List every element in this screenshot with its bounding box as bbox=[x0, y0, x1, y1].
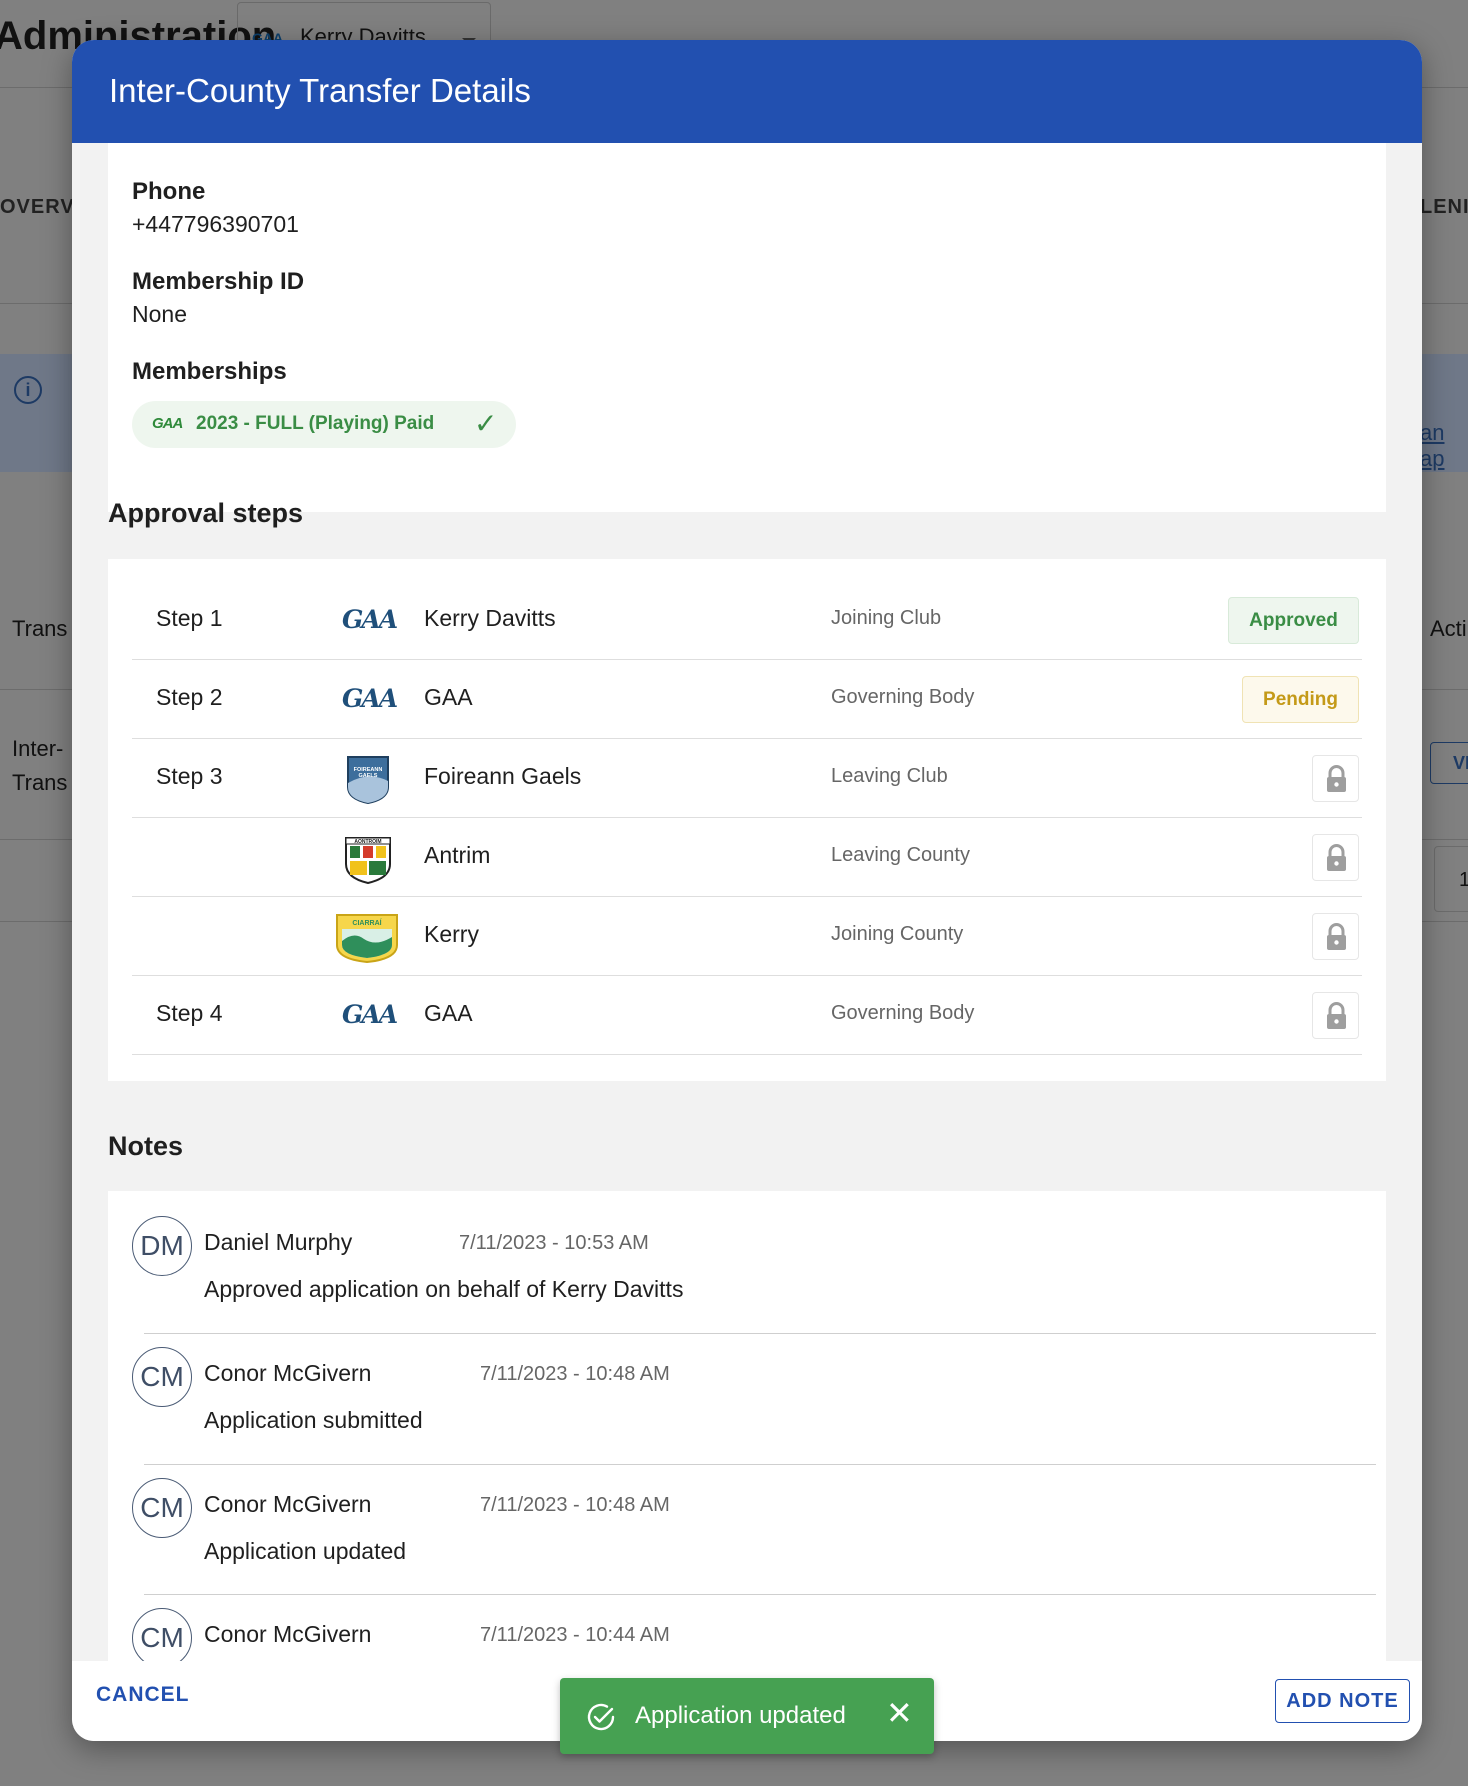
locked-status bbox=[1312, 992, 1359, 1039]
step-role: Governing Body bbox=[831, 1002, 975, 1024]
step-org-name: GAA bbox=[424, 684, 473, 710]
lock-icon bbox=[1327, 1002, 1346, 1029]
approval-step-row: Step 1 GAA Kerry Davitts Joining Club Ap… bbox=[132, 581, 1362, 660]
member-details-card: Phone +447796390701 Membership ID None M… bbox=[108, 143, 1386, 512]
dialog-header: Inter-County Transfer Details bbox=[72, 40, 1422, 143]
note-body: Application submitted bbox=[204, 1407, 423, 1433]
locked-status bbox=[1312, 755, 1359, 802]
step-role: Governing Body bbox=[831, 686, 975, 708]
approval-step-row: Step 4 GAA GAA Governing Body bbox=[132, 976, 1362, 1055]
step-label: Step 2 bbox=[156, 684, 223, 710]
info-banner-link[interactable]: an ap bbox=[1420, 420, 1468, 472]
check-circle-icon bbox=[587, 1703, 615, 1731]
membership-chip-label: 2023 - FULL (Playing) Paid bbox=[196, 413, 435, 434]
approval-step-row: Step 2 GAA GAA Governing Body Pending bbox=[132, 660, 1362, 739]
note-item: CM Conor McGivern 7/11/2023 - 10:48 AM A… bbox=[108, 1322, 1386, 1453]
status-badge-approved: Approved bbox=[1228, 597, 1359, 644]
lock-icon bbox=[1327, 844, 1346, 871]
table-cell-type-line2: Trans bbox=[12, 770, 68, 795]
gaa-logo: GAA bbox=[342, 684, 398, 713]
note-item: CM Conor McGivern 7/11/2023 - 10:48 AM A… bbox=[108, 1453, 1386, 1584]
notes-card: DM Daniel Murphy 7/11/2023 - 10:53 AM Ap… bbox=[108, 1191, 1386, 1741]
approval-step-row: Step 3 FOIREANN GAELS Foireann Gaels Lea… bbox=[132, 739, 1362, 818]
locked-status bbox=[1312, 913, 1359, 960]
avatar: CM bbox=[132, 1478, 192, 1538]
approval-steps-card: Step 1 GAA Kerry Davitts Joining Club Ap… bbox=[108, 559, 1386, 1081]
kerry-crest-icon: CIARRAÍ bbox=[336, 914, 398, 963]
phone-value: +447796390701 bbox=[132, 211, 299, 237]
table-cell-type: Inter- Trans bbox=[12, 732, 67, 800]
foireann-gaels-crest-icon: FOIREANN GAELS bbox=[347, 756, 389, 805]
approval-step-row: AONTROIM Antrim Leaving County bbox=[132, 818, 1362, 897]
info-icon: i bbox=[14, 376, 42, 404]
tab-right[interactable]: LENI bbox=[1420, 196, 1468, 219]
note-author: Conor McGivern bbox=[204, 1491, 372, 1517]
notes-title: Notes bbox=[108, 1131, 184, 1161]
step-label: Step 3 bbox=[156, 763, 223, 789]
note-timestamp: 7/11/2023 - 10:48 AM bbox=[480, 1363, 670, 1385]
note-timestamp: 7/11/2023 - 10:53 AM bbox=[459, 1232, 649, 1254]
locked-status bbox=[1312, 834, 1359, 881]
avatar: CM bbox=[132, 1608, 192, 1668]
column-header-transfer: Trans bbox=[12, 616, 68, 641]
table-cell-type-line1: Inter- bbox=[12, 736, 64, 761]
transfer-details-dialog: Inter-County Transfer Details Phone +447… bbox=[72, 40, 1422, 1741]
step-role: Leaving Club bbox=[831, 765, 948, 787]
note-author: Daniel Murphy bbox=[204, 1229, 353, 1255]
gaa-logo: GAA bbox=[342, 1000, 398, 1029]
svg-text:GAELS: GAELS bbox=[359, 773, 378, 779]
lock-icon bbox=[1327, 765, 1346, 792]
step-label: Step 4 bbox=[156, 1000, 223, 1026]
cancel-button[interactable]: CANCEL bbox=[96, 1683, 190, 1707]
page-number[interactable]: 1 bbox=[1434, 846, 1468, 912]
status-badge-pending: Pending bbox=[1242, 676, 1359, 723]
check-icon: ✓ bbox=[474, 408, 498, 439]
lock-icon bbox=[1327, 923, 1346, 950]
memberships-label: Memberships bbox=[132, 358, 287, 385]
note-timestamp: 7/11/2023 - 10:44 AM bbox=[480, 1624, 670, 1646]
svg-text:CIARRAÍ: CIARRAÍ bbox=[352, 918, 382, 927]
step-org-name: Foireann Gaels bbox=[424, 763, 582, 789]
column-header-actions: Acti bbox=[1430, 616, 1467, 641]
note-timestamp: 7/11/2023 - 10:48 AM bbox=[480, 1494, 670, 1516]
membership-id-value: None bbox=[132, 301, 187, 327]
avatar: CM bbox=[132, 1347, 192, 1407]
antrim-crest-icon: AONTROIM bbox=[345, 837, 391, 884]
step-role: Joining Club bbox=[831, 607, 942, 629]
success-toast: Application updated ✕ bbox=[560, 1678, 934, 1754]
step-org-name: Antrim bbox=[424, 842, 491, 868]
add-note-button[interactable]: ADD NOTE bbox=[1275, 1679, 1410, 1723]
membership-chip: GAA 2023 - FULL (Playing) Paid ✓ bbox=[132, 401, 516, 448]
gaa-logo: GAA bbox=[342, 605, 398, 634]
note-author: Conor McGivern bbox=[204, 1621, 372, 1647]
note-author: Conor McGivern bbox=[204, 1360, 372, 1386]
step-label: Step 1 bbox=[156, 605, 223, 631]
close-icon[interactable]: ✕ bbox=[886, 1694, 913, 1732]
approval-steps-title: Approval steps bbox=[108, 498, 304, 528]
step-org-name: Kerry Davitts bbox=[424, 605, 556, 631]
view-button[interactable]: VI bbox=[1430, 742, 1468, 784]
note-body: Application updated bbox=[204, 1538, 407, 1564]
step-role: Leaving County bbox=[831, 844, 970, 866]
svg-text:AONTROIM: AONTROIM bbox=[354, 839, 381, 845]
membership-id-label: Membership ID bbox=[132, 268, 305, 295]
tab-overview[interactable]: OVERV bbox=[0, 196, 75, 219]
gaa-logo: GAA bbox=[152, 415, 183, 432]
note-body: Approved application on behalf of Kerry … bbox=[204, 1276, 684, 1302]
dialog-title: Inter-County Transfer Details bbox=[109, 72, 531, 109]
step-org-name: GAA bbox=[424, 1000, 473, 1026]
phone-label: Phone bbox=[132, 178, 206, 205]
avatar: DM bbox=[132, 1216, 192, 1276]
toast-message: Application updated bbox=[635, 1702, 846, 1729]
step-org-name: Kerry bbox=[424, 921, 479, 947]
step-role: Joining County bbox=[831, 923, 964, 945]
note-item: DM Daniel Murphy 7/11/2023 - 10:53 AM Ap… bbox=[108, 1191, 1386, 1322]
approval-step-row: CIARRAÍ Kerry Joining County bbox=[132, 897, 1362, 976]
